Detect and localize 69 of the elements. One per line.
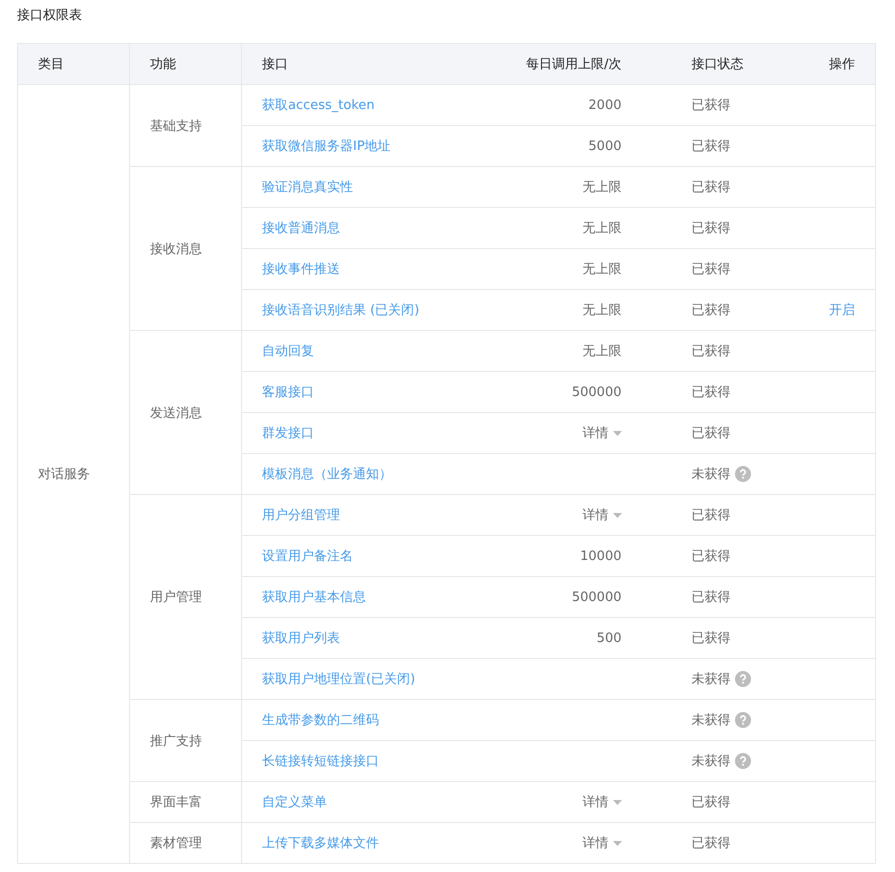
api-link[interactable]: 用户分组管理 (262, 508, 340, 523)
help-icon[interactable] (734, 753, 750, 769)
api-link[interactable]: 接收普通消息 (262, 221, 340, 236)
call-limit: 500000 (572, 590, 622, 604)
status-label: 已获得 (692, 835, 730, 852)
column-header: 功能 (150, 57, 176, 72)
status-label: 未获得 (692, 466, 730, 483)
api-link[interactable]: 验证消息真实性 (262, 180, 353, 195)
column-header: 接口 (262, 57, 288, 72)
function-label: 界面丰富 (150, 795, 202, 810)
page-title: 接口权限表 (16, 7, 83, 25)
function-label: 推广支持 (150, 734, 202, 748)
call-limit: 无上限 (582, 344, 622, 359)
api-link[interactable]: 获取用户基本信息 (262, 590, 366, 605)
column-header: 类目 (38, 57, 64, 72)
status-label: 已获得 (692, 220, 730, 237)
api-link[interactable]: 上传下载多媒体文件 (262, 836, 379, 851)
status-label: 未获得 (692, 712, 730, 729)
status-label: 已获得 (692, 630, 730, 647)
api-link[interactable]: 获取用户列表 (262, 631, 340, 646)
column-header: 每日调用上限/次 (526, 57, 622, 72)
help-icon[interactable] (734, 671, 750, 687)
call-limit: 5000 (588, 138, 622, 154)
api-link[interactable]: 获取access_token (262, 98, 375, 113)
function-label: 接收消息 (150, 242, 202, 256)
call-limit: 无上限 (582, 303, 622, 318)
function-label: 基础支持 (150, 118, 202, 134)
status-label: 已获得 (692, 97, 730, 114)
category-label: 对话服务 (38, 467, 90, 482)
status-label: 已获得 (692, 384, 730, 401)
details-dropdown[interactable]: 详情 (582, 508, 622, 523)
status-label: 未获得 (692, 671, 730, 688)
status-label: 已获得 (692, 261, 730, 278)
call-limit: 500000 (572, 384, 622, 400)
help-icon[interactable] (734, 466, 750, 482)
status-label: 已获得 (692, 138, 730, 155)
call-limit: 500 (596, 630, 622, 646)
help-icon[interactable] (734, 712, 750, 728)
status-label: 已获得 (692, 507, 730, 524)
call-limit: 2000 (588, 98, 622, 112)
api-link[interactable]: 接收事件推送 (262, 262, 340, 277)
status-label: 已获得 (692, 343, 730, 360)
details-dropdown[interactable]: 详情 (582, 836, 622, 851)
details-dropdown[interactable]: 详情 (582, 795, 622, 810)
status-label: 已获得 (692, 425, 730, 442)
function-label: 用户管理 (150, 590, 202, 605)
status-label: 已获得 (692, 302, 730, 319)
status-label: 已获得 (692, 548, 730, 565)
call-limit: 10000 (580, 548, 622, 564)
status-label: 已获得 (692, 589, 730, 606)
status-label: 已获得 (692, 179, 730, 196)
api-link[interactable]: 生成带参数的二维码 (262, 713, 379, 728)
call-limit: 无上限 (582, 221, 622, 236)
api-link[interactable]: 设置用户备注名 (262, 549, 353, 564)
api-link[interactable]: 自动回复 (262, 344, 314, 359)
column-header: 操作 (829, 57, 855, 72)
details-dropdown[interactable]: 详情 (582, 426, 622, 441)
api-link[interactable]: 自定义菜单 (262, 795, 327, 810)
call-limit: 无上限 (582, 262, 622, 277)
api-link[interactable]: 长链接转短链接接口 (262, 754, 379, 769)
status-label: 未获得 (692, 753, 730, 770)
column-header: 接口状态 (692, 57, 744, 72)
api-link[interactable]: 群发接口 (262, 426, 314, 441)
call-limit: 无上限 (582, 180, 622, 195)
api-link[interactable]: 客服接口 (262, 385, 314, 400)
enable-link[interactable]: 开启 (829, 303, 855, 318)
function-label: 发送消息 (150, 406, 202, 420)
status-label: 已获得 (692, 794, 730, 811)
function-label: 素材管理 (150, 836, 202, 851)
